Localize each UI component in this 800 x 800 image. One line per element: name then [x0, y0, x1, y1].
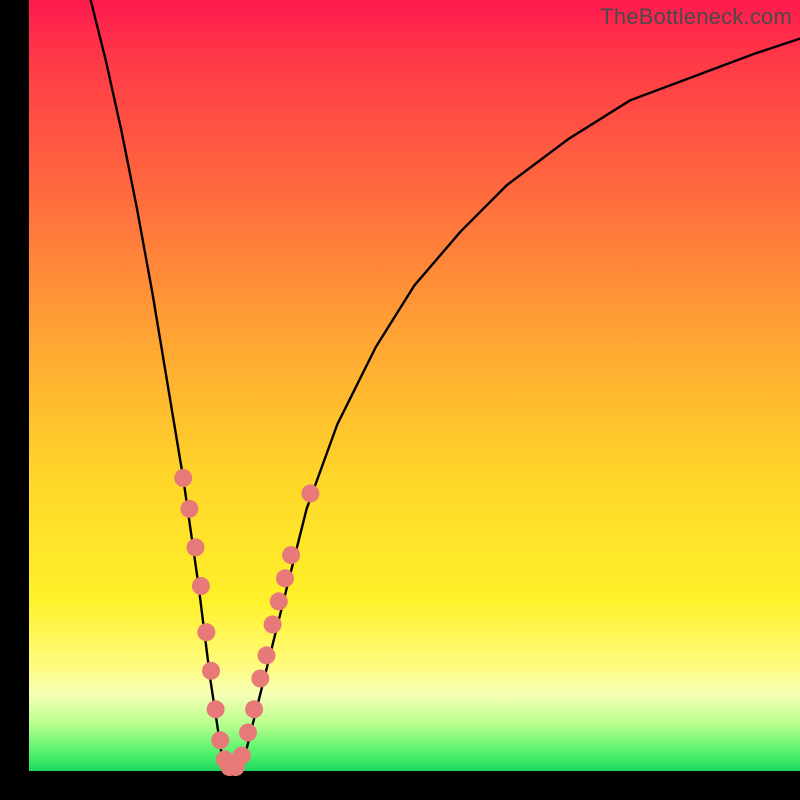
highlight-dot	[211, 731, 229, 749]
highlight-dot	[270, 592, 288, 610]
highlight-dot	[192, 577, 210, 595]
highlight-dot	[301, 484, 319, 502]
highlight-dot	[239, 724, 257, 742]
highlight-dot	[233, 747, 251, 765]
highlight-dot	[207, 700, 225, 718]
highlight-dot	[245, 700, 263, 718]
highlight-dot	[251, 670, 269, 688]
highlight-dot	[174, 469, 192, 487]
highlight-dot	[197, 623, 215, 641]
chart-svg	[29, 0, 800, 771]
highlight-dot	[258, 646, 276, 664]
highlight-dot	[180, 500, 198, 518]
highlight-dot	[264, 616, 282, 634]
highlight-dot	[276, 569, 294, 587]
highlight-dots-group	[174, 469, 319, 776]
chart-frame: TheBottleneck.com	[29, 0, 800, 771]
highlight-dot	[187, 538, 205, 556]
bottleneck-curve	[91, 0, 800, 771]
highlight-dot	[202, 662, 220, 680]
highlight-dot	[282, 546, 300, 564]
